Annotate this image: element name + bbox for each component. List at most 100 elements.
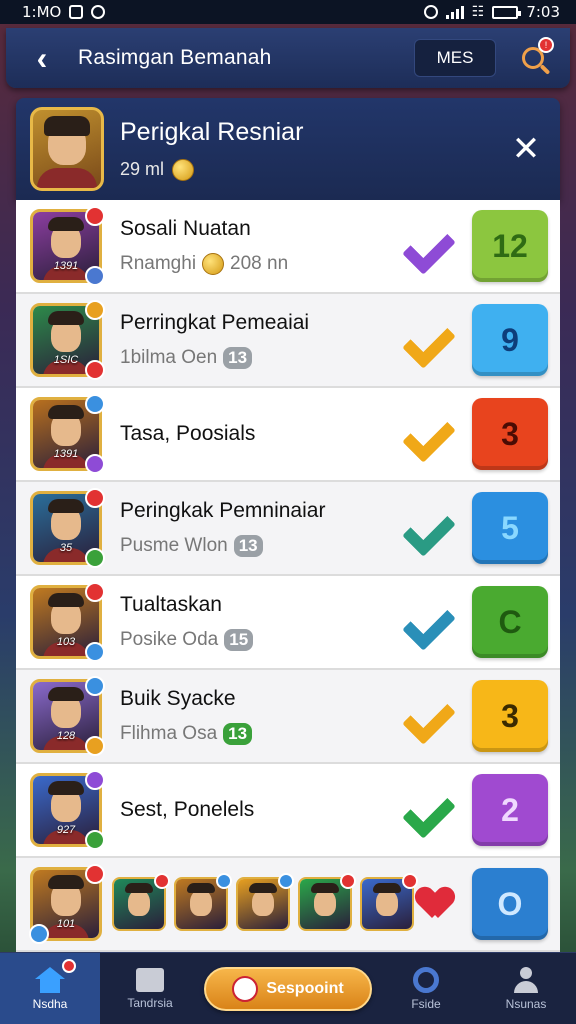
- battery-icon: [492, 5, 522, 19]
- row-avatar[interactable]: 103: [30, 582, 105, 662]
- ranking-row-friends[interactable]: 101 O: [16, 858, 560, 952]
- row-subtitle: Posike Oda 15: [120, 629, 408, 651]
- ranking-row[interactable]: 103 Tualtaskan Posike Oda 15 C: [16, 576, 560, 670]
- center-action-label: Sespooint: [266, 979, 344, 997]
- mes-button[interactable]: MES: [414, 39, 496, 77]
- nav-ring[interactable]: Fside: [376, 953, 476, 1024]
- heart-icon[interactable]: [418, 884, 458, 924]
- row-name: Peringkak Pemninaiar: [120, 499, 326, 522]
- search-button[interactable]: !: [514, 37, 554, 77]
- clock-right: 7:03: [526, 3, 560, 21]
- ranking-row[interactable]: 35 Peringkak Pemninaiar Pusme Wlon 13 5: [16, 482, 560, 576]
- row-subtitle: 1bilma Oen 13: [120, 347, 408, 369]
- player-name: Perigkal Resniar: [120, 117, 304, 146]
- avatar-badge-icon: [85, 488, 105, 508]
- coin-icon: [202, 253, 225, 275]
- avatar-level: 1391: [53, 260, 79, 272]
- player-coins: 29 ml: [120, 159, 165, 179]
- player-avatar[interactable]: [30, 107, 104, 191]
- rank-box[interactable]: 2: [472, 774, 548, 846]
- row-subtitle: Rnamghi 208 nn: [120, 253, 408, 275]
- avatar-badge-icon: [85, 454, 105, 474]
- row-sub-extra: 208 nn: [230, 253, 289, 274]
- close-icon: ✕: [511, 130, 541, 168]
- ranking-row[interactable]: 128 Buik Syacke Flihma Osa 13 3: [16, 670, 560, 764]
- wifi-icon: ☷: [471, 4, 485, 20]
- check-icon[interactable]: [408, 221, 458, 271]
- avatar-badge-icon: [85, 266, 105, 286]
- back-button[interactable]: ‹: [20, 36, 64, 80]
- avatar-badge-icon: [85, 582, 105, 602]
- nav-home-label: Nsdha: [32, 996, 68, 1011]
- close-button[interactable]: ✕: [506, 129, 546, 169]
- friend-badge-icon: [278, 873, 294, 889]
- ranking-row[interactable]: 1391 Sosali Nuatan Rnamghi 208 nn 12: [16, 200, 560, 294]
- row-name: Tasa, Poosials: [120, 422, 256, 445]
- row-name: Sest, Ponelels: [120, 798, 255, 821]
- clock-left: 1:MO: [22, 3, 62, 21]
- level-pill: 13: [233, 535, 263, 557]
- notification-badge: !: [538, 37, 554, 53]
- ranking-row[interactable]: 1391 Tasa, Poosials 3: [16, 388, 560, 482]
- row-avatar[interactable]: 1391: [30, 394, 105, 474]
- player-card: Perigkal Resniar 29 ml ✕: [16, 98, 560, 200]
- row-avatar[interactable]: 927: [30, 770, 105, 850]
- rank-box[interactable]: 9: [472, 304, 548, 376]
- rank-box[interactable]: 12: [472, 210, 548, 282]
- nav-inbox[interactable]: Tandrsia: [100, 953, 200, 1024]
- check-icon[interactable]: [408, 691, 458, 741]
- check-icon[interactable]: [408, 785, 458, 835]
- friend-avatar[interactable]: [174, 873, 232, 931]
- avatar-badge-icon: [85, 830, 105, 850]
- friend-badge-icon: [216, 873, 232, 889]
- check-icon[interactable]: [408, 409, 458, 459]
- row-name: Perringkat Pemeaiai: [120, 311, 310, 334]
- check-icon[interactable]: [408, 503, 458, 553]
- rank-box[interactable]: 3: [472, 680, 548, 752]
- friend-avatar[interactable]: [236, 873, 294, 931]
- row-avatar[interactable]: 1SIC: [30, 300, 105, 380]
- signal-icon: [445, 5, 464, 19]
- avatar-level: 35: [59, 542, 73, 554]
- friend-avatar[interactable]: [298, 873, 356, 931]
- row-avatar[interactable]: 1391: [30, 206, 105, 286]
- ranking-list: 1391 Sosali Nuatan Rnamghi 208 nn 12 1SI…: [16, 200, 560, 952]
- center-action-button[interactable]: Sespooint: [204, 966, 372, 1011]
- nav-home[interactable]: Nsdha: [0, 953, 100, 1024]
- row-name: Sosali Nuatan: [120, 217, 251, 240]
- rank-box[interactable]: O: [472, 868, 548, 940]
- friend-avatar[interactable]: [112, 873, 170, 931]
- avatar-badge-icon: [85, 548, 105, 568]
- row-avatar[interactable]: 128: [30, 676, 105, 756]
- rank-box[interactable]: 5: [472, 492, 548, 564]
- friend-badge-icon: [402, 873, 418, 889]
- avatar-level: 1SIC: [53, 354, 79, 366]
- nav-user[interactable]: Nsunas: [476, 953, 576, 1024]
- status-bar: 1:MO ☷ 7:03: [0, 0, 576, 24]
- avatar-badge-icon: [85, 676, 105, 696]
- level-pill: 13: [223, 723, 253, 745]
- row-info: Sest, Ponelels: [120, 798, 408, 822]
- level-pill: 15: [224, 629, 254, 651]
- ranking-row[interactable]: 1SIC Perringkat Pemeaiai 1bilma Oen 13 9: [16, 294, 560, 388]
- player-sub: 29 ml: [120, 158, 506, 181]
- rank-box[interactable]: 3: [472, 398, 548, 470]
- coin-icon: [172, 158, 195, 181]
- page-title: Rasimgan Bemanah: [78, 46, 272, 69]
- bottom-nav: Nsdha Tandrsia Sespooint Fside Nsunas: [0, 952, 576, 1024]
- row-avatar[interactable]: 101: [29, 864, 105, 944]
- status-right: ☷ 7:03: [423, 3, 560, 21]
- avatar-level: 927: [56, 824, 76, 836]
- nav-user-label: Nsunas: [505, 996, 547, 1011]
- row-avatar[interactable]: 35: [30, 488, 105, 568]
- friend-avatar[interactable]: [360, 873, 418, 931]
- avatar-badge-icon: [85, 736, 105, 756]
- row-sub-text: Posike Oda: [120, 629, 219, 650]
- rank-box[interactable]: C: [472, 586, 548, 658]
- avatar-level: 128: [56, 730, 76, 742]
- friend-badge-icon: [340, 873, 356, 889]
- avatar-level: 103: [56, 636, 76, 648]
- ranking-row[interactable]: 927 Sest, Ponelels 2: [16, 764, 560, 858]
- check-icon[interactable]: [408, 597, 458, 647]
- check-icon[interactable]: [408, 315, 458, 365]
